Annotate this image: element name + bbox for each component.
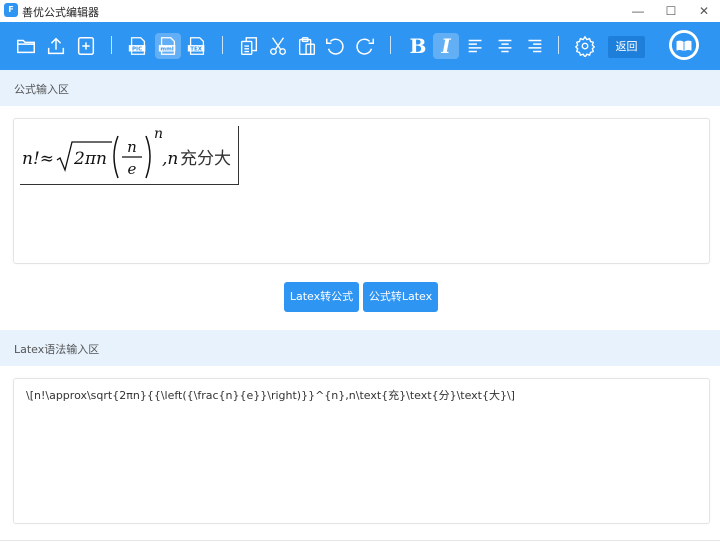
paste-icon[interactable] [294, 33, 320, 59]
latex-section-header: Latex语法输入区 [0, 330, 720, 366]
formula-lhs: n!≈ [22, 149, 54, 169]
add-file-icon[interactable] [73, 33, 99, 59]
formula-section-header: 公式输入区 [0, 70, 720, 106]
latex-to-formula-button[interactable]: Latex转公式 [284, 282, 359, 312]
frac-numerator: n [127, 138, 137, 156]
app-logo-icon: F [4, 3, 18, 17]
formula-to-latex-button[interactable]: 公式转Latex [363, 282, 438, 312]
frac-denominator: e [128, 160, 137, 178]
settings-icon[interactable] [572, 33, 598, 59]
italic-label: I [441, 34, 451, 58]
right-paren [145, 135, 151, 179]
formula-exponent: n [154, 126, 163, 142]
title-bar: F 善优公式编辑器 — ☐ ✕ [0, 0, 720, 22]
bottom-divider [0, 540, 720, 541]
formula-section-title: 公式输入区 [14, 83, 69, 96]
redo-icon[interactable] [352, 33, 378, 59]
upload-icon[interactable] [43, 33, 69, 59]
formula-render[interactable]: n!≈ 2πn n e n ,n 充分大 [20, 126, 239, 185]
toolbar-separator [111, 36, 112, 54]
minimize-button[interactable]: — [620, 0, 656, 22]
italic-icon[interactable]: I [433, 33, 459, 59]
toolbar-separator [390, 36, 391, 54]
left-paren [113, 135, 119, 179]
copy-icon[interactable] [236, 33, 262, 59]
pic-tag: PIC [132, 47, 142, 53]
tex-tag: TEX [190, 47, 203, 53]
open-folder-icon[interactable] [13, 33, 39, 59]
formula-tail-text: 充分大 [180, 149, 231, 169]
maximize-button[interactable]: ☐ [653, 0, 689, 22]
export-mml-icon[interactable]: mml [155, 33, 181, 59]
window-title: 善优公式编辑器 [22, 6, 99, 19]
mml-tag: mml [160, 47, 173, 53]
cut-icon[interactable] [265, 33, 291, 59]
toolbar-separator [558, 36, 559, 54]
bold-label: B [409, 34, 427, 58]
export-png-icon[interactable]: PIC [125, 33, 151, 59]
align-center-icon[interactable] [492, 33, 518, 59]
formula-radicand: 2πn [73, 149, 107, 169]
toolbar-separator [222, 36, 223, 54]
export-tex-icon[interactable]: TEX [184, 33, 210, 59]
latex-input-text[interactable]: \[n!\approx\sqrt{2πn}{{\left({\frac{n}{e… [26, 387, 515, 403]
align-left-icon[interactable] [463, 33, 489, 59]
align-right-icon[interactable] [521, 33, 547, 59]
bold-icon[interactable]: B [405, 33, 431, 59]
close-button[interactable]: ✕ [686, 0, 720, 22]
brand-logo-icon[interactable] [669, 30, 699, 60]
back-button[interactable]: 返回 [608, 36, 645, 58]
formula-tail-var: ,n [162, 149, 178, 169]
undo-icon[interactable] [322, 33, 348, 59]
latex-section-title: Latex语法输入区 [14, 343, 100, 356]
